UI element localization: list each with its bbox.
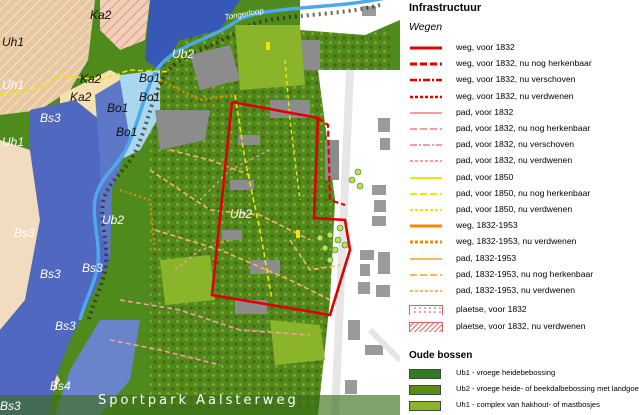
legend-item-label: weg, voor 1832, nu verschoven	[456, 74, 576, 85]
label-ka2-mid: Ka2	[80, 72, 102, 86]
label-ub2-left: Ub2	[102, 213, 124, 227]
legend-forest-label: Ub2 - vroege heide- of beekdalbebossing …	[456, 384, 639, 393]
legend-item: pad, voor 1850, nu nog herkenbaar	[400, 186, 639, 202]
legend-item-label: pad, voor 1832	[456, 106, 514, 117]
legend-line-symbol	[410, 128, 442, 130]
map-legend: Infrastructuur Wegen weg, voor 1832 weg, …	[400, 0, 639, 415]
legend-line-symbol	[410, 209, 442, 211]
label-bo1-b: Bo1	[139, 90, 160, 104]
legend-item-label: weg, 1832-1953, nu verdwenen	[456, 236, 577, 247]
legend-item: pad, 1832-1953	[400, 251, 639, 267]
legend-item-label: pad, voor 1850, nu verdwenen	[456, 204, 573, 214]
legend-item-label: pad, voor 1832, nu verdwenen	[456, 155, 573, 166]
legend-line-symbol	[410, 111, 442, 114]
forest-color-swatch	[409, 385, 441, 395]
legend-item-label: pad, 1832-1953	[456, 252, 517, 263]
label-bs3-b: Bs3	[14, 226, 35, 240]
label-ub2-center: Ub2	[230, 207, 252, 221]
street-label: Sportpark Aalsterweg	[98, 393, 299, 408]
forest-color-swatch	[409, 369, 441, 379]
legend-item-label: pad, voor 1850	[456, 171, 514, 182]
legend-line-symbol	[410, 144, 442, 147]
legend-line-symbol	[410, 95, 442, 98]
legend-forest-title: Oude bossen	[409, 350, 473, 361]
legend-item: pad, voor 1832	[400, 105, 639, 121]
legend-item-label: weg, voor 1832, nu nog herkenbaar	[456, 58, 592, 69]
label-bs3-c: Bs3	[82, 261, 103, 275]
map-canvas[interactable]: Tongerloop Sportpark Aalsterweg Ka2 Uh1 …	[0, 0, 400, 415]
label-bo1-a: Bo1	[139, 71, 160, 85]
legend-line-symbol	[410, 192, 442, 195]
legend-line-symbol	[410, 160, 442, 163]
legend-item: pad, voor 1832, nu verschoven	[400, 137, 639, 153]
legend-area-label: plaetse, voor 1832, nu verdwenen	[456, 320, 586, 331]
legend-line-symbol	[410, 257, 442, 260]
legend-forest-item: Ub2 - vroege heide- of beekdalbebossing …	[400, 382, 639, 398]
legend-item: pad, voor 1850, nu verdwenen	[400, 202, 639, 218]
legend-item: pad, voor 1832, nu verdwenen	[400, 153, 639, 169]
legend-line-symbol	[410, 46, 442, 50]
legend-item-label: pad, voor 1850, nu nog herkenbaar	[456, 187, 591, 198]
label-bs3-f: Bs3	[0, 399, 21, 413]
label-ka2-low: Ka2	[70, 90, 92, 104]
legend-line-symbol	[410, 62, 442, 66]
legend-item: pad, 1832-1953, nu nog herkenbaar	[400, 267, 639, 283]
legend-item: pad, voor 1850	[400, 170, 639, 186]
legend-forest-item: Uh1 - complex van hakhout- of mastbosjes	[400, 398, 639, 414]
legend-item: pad, 1832-1953, nu verdwenen	[400, 283, 639, 299]
label-bs3-e: Bs3	[55, 319, 76, 333]
legend-title: Infrastructuur	[409, 2, 482, 14]
legend-item: weg, 1832-1953	[400, 218, 639, 234]
label-bo1-d: Bo1	[116, 125, 137, 139]
legend-line-symbol	[410, 224, 442, 228]
label-bs3-d: Bs3	[40, 267, 61, 281]
legend-item: weg, voor 1832	[400, 40, 639, 56]
legend-item: weg, voor 1832, nu verschoven	[400, 72, 639, 88]
legend-item: weg, 1832-1953, nu verdwenen	[400, 234, 639, 250]
legend-area-item: plaetse, voor 1832, nu verdwenen	[400, 319, 639, 335]
legend-line-symbol	[410, 273, 442, 276]
label-ub2-top: Ub2	[172, 47, 194, 61]
label-ka2-top: Ka2	[90, 8, 112, 22]
map-panel[interactable]: Tongerloop Sportpark Aalsterweg Ka2 Uh1 …	[0, 0, 400, 415]
legend-line-symbol	[410, 79, 442, 82]
legend-item-label: weg, voor 1832, nu verdwenen	[456, 90, 574, 101]
label-bo1-c: Bo1	[107, 101, 128, 115]
label-bs3-a: Bs3	[40, 111, 61, 125]
legend-item-label: pad, 1832-1953, nu nog herkenbaar	[456, 268, 594, 279]
legend-item: weg, voor 1832, nu nog herkenbaar	[400, 56, 639, 72]
legend-forest-label: Uh1 - complex van hakhout- of mastbosjes	[456, 400, 600, 409]
label-uh1-mid: Uh1	[2, 78, 24, 92]
legend-item-label: pad, voor 1832, nu nog herkenbaar	[456, 123, 591, 133]
label-uh1-b: Uh1	[2, 135, 24, 149]
legend-area-item: plaetse, voor 1832	[400, 302, 639, 318]
legend-forest-label: Ub1 - vroege heidebebossing	[456, 368, 556, 377]
legend-subtitle: Wegen	[409, 21, 443, 33]
legend-item: weg, voor 1832, nu verdwenen	[400, 89, 639, 105]
legend-line-symbol	[410, 240, 442, 244]
legend-item: pad, voor 1832, nu nog herkenbaar	[400, 121, 639, 137]
legend-item-label: pad, voor 1832, nu verschoven	[456, 139, 575, 150]
hatched-area-symbol	[409, 321, 443, 332]
legend-line-symbol	[410, 176, 442, 179]
label-bs4: Bs4	[50, 379, 71, 393]
forest-color-swatch	[409, 401, 441, 411]
legend-line-symbol	[410, 290, 442, 292]
label-uh1-left: Uh1	[2, 35, 24, 49]
legend-item-label: pad, 1832-1953, nu verdwenen	[456, 285, 575, 295]
legend-item-label: weg, voor 1832	[456, 42, 515, 52]
dotted-area-symbol	[409, 305, 443, 316]
legend-area-label: plaetse, voor 1832	[456, 304, 527, 315]
legend-item-label: weg, 1832-1953	[456, 220, 518, 231]
legend-forest-item: Ub1 - vroege heidebebossing	[400, 366, 639, 382]
